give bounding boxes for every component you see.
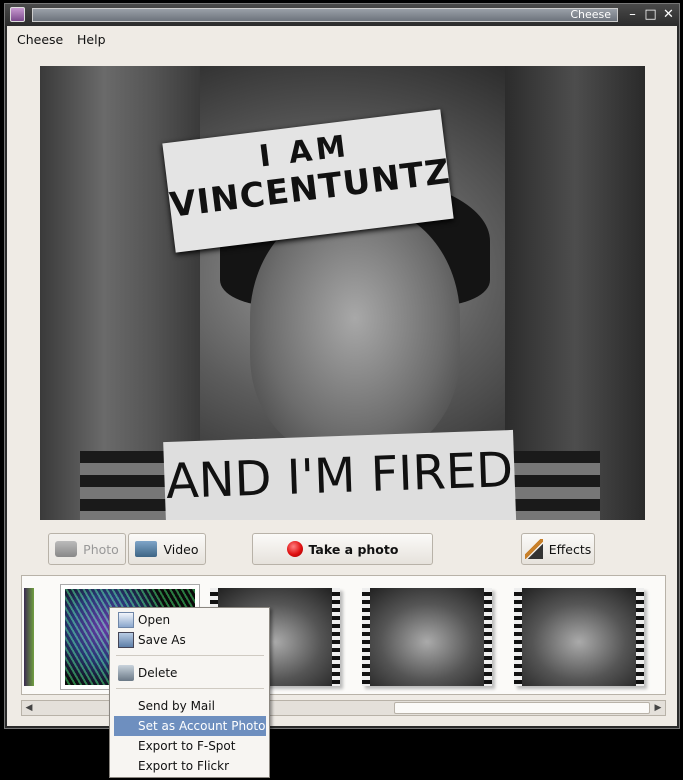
menu-item-delete-label: Delete — [138, 666, 178, 680]
webcam-viewport: I AM VINCENTUNTZ AND I'M FIRED — [40, 66, 645, 520]
menu-item-export-fspot[interactable]: Export to F-Spot — [114, 736, 266, 756]
app-window: Cheese – □ ✕ Cheese Help I AM VINCENTUNT… — [4, 3, 680, 729]
paintbrush-icon — [524, 539, 543, 559]
photo-mode-button[interactable]: Photo — [48, 533, 126, 565]
menu-item-save-as[interactable]: Save As — [114, 630, 266, 650]
thumbnail-context-menu: Open Save As Delete Send by Mail Set as … — [109, 607, 270, 778]
menu-separator — [116, 655, 264, 656]
window-client: Cheese Help I AM VINCENTUNTZ AND I'M FIR… — [7, 26, 677, 726]
camera-icon — [55, 541, 78, 557]
sign-bottom: AND I'M FIRED — [163, 429, 517, 520]
menu-item-set-account-photo[interactable]: Set as Account Photo — [114, 716, 266, 736]
photo-mode-label: Photo — [83, 541, 119, 557]
video-camera-icon — [135, 541, 158, 557]
menu-item-export-flickr[interactable]: Export to Flickr — [114, 756, 266, 776]
menu-item-open-label: Open — [138, 613, 171, 627]
scroll-left-icon[interactable]: ◀ — [22, 701, 36, 715]
maximize-icon[interactable]: □ — [643, 7, 658, 22]
effects-button[interactable]: Effects — [521, 533, 595, 565]
scrollbar-thumb[interactable] — [394, 702, 650, 714]
person-face — [250, 206, 460, 456]
open-file-icon — [118, 612, 134, 628]
menu-item-send-by-mail[interactable]: Send by Mail — [114, 696, 266, 716]
window-title: Cheese — [32, 8, 618, 22]
menu-separator — [116, 688, 264, 689]
thumbnail-video[interactable] — [362, 588, 492, 686]
take-photo-button[interactable]: Take a photo — [252, 533, 433, 565]
trash-icon — [118, 665, 134, 681]
menu-item-open[interactable]: Open — [114, 610, 266, 630]
save-icon — [118, 632, 134, 648]
scroll-right-icon[interactable]: ▶ — [651, 701, 665, 715]
menubar: Cheese Help — [7, 26, 677, 52]
record-icon — [286, 541, 303, 557]
thumbnail-video[interactable] — [514, 588, 644, 686]
title-bar[interactable]: Cheese – □ ✕ — [5, 4, 679, 26]
effects-label: Effects — [548, 541, 592, 557]
video-mode-button[interactable]: Video — [128, 533, 206, 565]
menu-help[interactable]: Help — [77, 32, 106, 47]
close-icon[interactable]: ✕ — [661, 7, 676, 22]
video-mode-label: Video — [163, 541, 199, 557]
mode-button-row: Photo Video Take a photo Effects — [7, 533, 677, 567]
menu-item-save-as-label: Save As — [138, 633, 186, 647]
menu-item-delete[interactable]: Delete — [114, 663, 266, 683]
cheese-app-icon[interactable] — [10, 7, 25, 22]
minimize-icon[interactable]: – — [625, 7, 640, 22]
thumbnail-partial[interactable] — [24, 588, 34, 686]
take-photo-label: Take a photo — [308, 541, 399, 557]
menu-cheese[interactable]: Cheese — [17, 32, 63, 47]
